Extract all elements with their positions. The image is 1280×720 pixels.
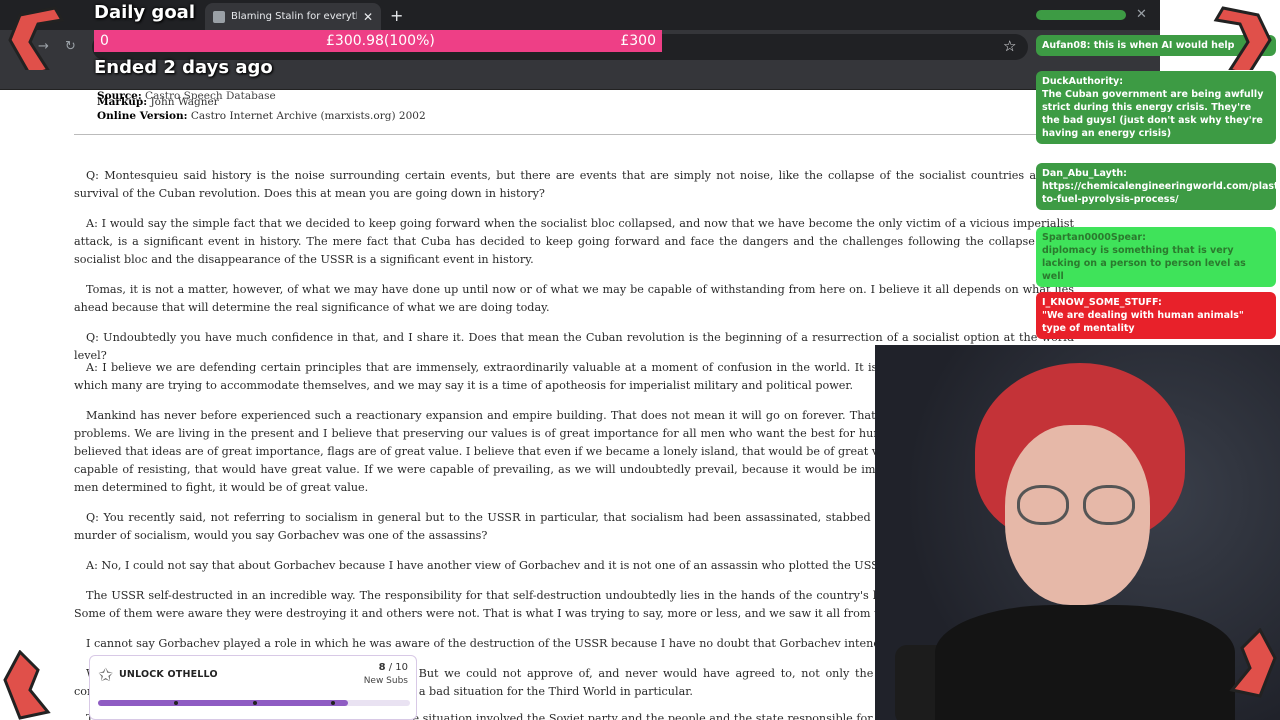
chat-text: "We are dealing with human animals" type… <box>1042 310 1244 334</box>
meta-markup-value: John Wagner <box>150 96 219 108</box>
tab-title: Blaming Stalin for everything w <box>231 11 357 22</box>
goal-max: £300 <box>620 33 656 49</box>
chat-text: The Cuban government are being awfully s… <box>1042 89 1264 139</box>
divider <box>74 134 1074 135</box>
bracket-mascot-icon <box>3 650 51 720</box>
unlock-progress-fill <box>98 700 348 706</box>
meta-online-label: Online Version: <box>97 110 188 122</box>
milestone-dot <box>331 701 335 705</box>
glasses-right <box>1083 485 1135 525</box>
daily-goal-title: Daily goal <box>94 2 195 23</box>
chat-bubble-partial <box>1036 10 1126 20</box>
glasses-left <box>1017 485 1069 525</box>
chat-user: Dan_Abu_Layth: <box>1042 168 1127 179</box>
chat-message: I_KNOW_SOME_STUFF: "We are dealing with … <box>1036 292 1276 339</box>
unlock-sub: New Subs <box>363 676 408 686</box>
chat-user: I_KNOW_SOME_STUFF: <box>1042 297 1162 308</box>
goal-min: 0 <box>100 33 109 49</box>
milestone-dot <box>174 701 178 705</box>
chat-text: https://chemicalengineeringworld.com/pla… <box>1042 181 1280 205</box>
streamer-shirt <box>935 605 1235 720</box>
paragraph: Q: Montesquieu said history is the noise… <box>74 169 1074 200</box>
star-icon: ✩ <box>98 665 114 686</box>
chat-user: Aufan08: <box>1042 40 1091 51</box>
paragraph: A: I would say the simple fact that we d… <box>74 217 1074 266</box>
meta-online-value: Castro Internet Archive (marxists.org) 2… <box>190 110 426 122</box>
window-close-icon[interactable]: ✕ <box>1136 7 1147 22</box>
daily-goal-progress-bar: 0 £300.98(100%) £300 <box>94 30 662 52</box>
unlock-progress-track <box>98 700 410 706</box>
milestone-dot <box>253 701 257 705</box>
chat-message: Dan_Abu_Layth: https://chemicalengineeri… <box>1036 163 1280 210</box>
unlock-current: 8 <box>378 662 386 673</box>
chat-user: Spartan0000Spear: <box>1042 232 1146 243</box>
bracket-mascot-icon <box>1213 6 1272 70</box>
bracket-mascot-icon <box>1229 628 1277 698</box>
chat-user: DuckAuthority: <box>1042 76 1124 87</box>
bookmark-star-icon[interactable]: ☆ <box>1003 37 1016 55</box>
tab-close-icon[interactable]: ✕ <box>363 10 373 24</box>
bracket-mascot-icon <box>8 6 65 70</box>
chat-text: diplomacy is something that is very lack… <box>1042 245 1246 282</box>
unlock-total: 10 <box>395 662 408 673</box>
chat-message: Spartan0000Spear: diplomacy is something… <box>1036 227 1276 287</box>
browser-tab-active[interactable]: Blaming Stalin for everything w ✕ <box>205 3 381 30</box>
unlock-goal-widget: ✩ UNLOCK OTHELLO 8 / 10 New Subs <box>89 655 417 720</box>
tab-favicon-icon <box>213 10 225 23</box>
meta-markup-label: Markup: <box>97 96 148 108</box>
meta-online: Online Version: Castro Internet Archive … <box>97 110 426 122</box>
unlock-separator: / <box>385 662 396 673</box>
goal-current: £300.98(100%) <box>326 33 435 49</box>
paragraph: Tomas, it is not a matter, however, of w… <box>74 283 1074 314</box>
meta-markup: Markup: John Wagner <box>97 96 219 108</box>
goal-ended-text: Ended 2 days ago <box>94 57 273 78</box>
new-tab-button[interactable]: + <box>390 6 403 25</box>
unlock-label: UNLOCK OTHELLO <box>119 669 218 680</box>
chat-message: DuckAuthority: The Cuban government are … <box>1036 71 1276 144</box>
unlock-count: 8 / 10 <box>379 662 408 673</box>
